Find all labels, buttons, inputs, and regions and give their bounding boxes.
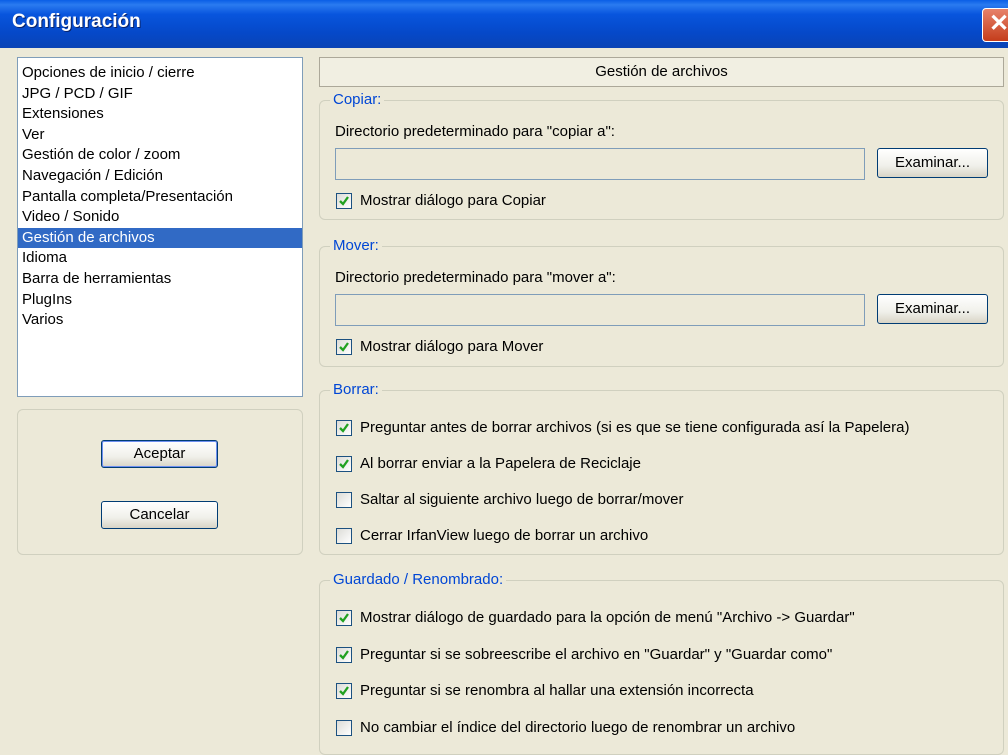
dialog-buttons-group: Aceptar Cancelar [17, 409, 303, 555]
close-button[interactable]: ✕ [982, 8, 1008, 42]
save-dialog-label: Mostrar diálogo de guardado para la opci… [360, 609, 855, 626]
overwrite-confirm-label: Preguntar si se sobreescribe el archivo … [360, 646, 833, 663]
copy-group: Copiar: Directorio predeterminado para "… [319, 91, 1004, 220]
copy-show-dialog-checkbox[interactable] [336, 193, 352, 209]
delete-group-label: Borrar: [330, 381, 382, 399]
category-item[interactable]: JPG / PCD / GIF [18, 84, 302, 105]
keep-index-checkbox[interactable] [336, 720, 352, 736]
copy-show-dialog-label: Mostrar diálogo para Copiar [360, 192, 546, 209]
move-dir-label: Directorio predeterminado para "mover a"… [335, 269, 616, 286]
category-list[interactable]: Opciones de inicio / cierre JPG / PCD / … [17, 57, 303, 397]
move-browse-button[interactable]: Examinar... [877, 294, 988, 324]
overwrite-confirm-checkbox[interactable] [336, 647, 352, 663]
check-icon [339, 650, 349, 660]
category-item[interactable]: Navegación / Edición [18, 166, 302, 187]
category-item[interactable]: Barra de herramientas [18, 269, 302, 290]
check-icon [339, 342, 349, 352]
check-icon [339, 613, 349, 623]
rename-extension-label: Preguntar si se renombra al hallar una e… [360, 682, 754, 699]
cancel-button[interactable]: Cancelar [101, 501, 218, 529]
copy-browse-button[interactable]: Examinar... [877, 148, 988, 178]
category-item[interactable]: PlugIns [18, 290, 302, 311]
confirm-delete-label: Preguntar antes de borrar archivos (si e… [360, 419, 910, 436]
category-item[interactable]: Idioma [18, 248, 302, 269]
keep-index-label: No cambiar el índice del directorio lueg… [360, 719, 796, 736]
category-item[interactable]: Extensiones [18, 104, 302, 125]
skip-next-label: Saltar al siguiente archivo luego de bor… [360, 491, 684, 508]
save-rename-group: Guardado / Renombrado: Mostrar diálogo d… [319, 571, 1004, 755]
category-item[interactable]: Varios [18, 310, 302, 331]
close-after-delete-label: Cerrar IrfanView luego de borrar un arch… [360, 527, 649, 544]
copy-dir-field[interactable] [335, 148, 865, 180]
check-icon [339, 423, 349, 433]
check-icon [339, 196, 349, 206]
category-item[interactable]: Pantalla completa/Presentación [18, 187, 302, 208]
save-dialog-checkbox[interactable] [336, 610, 352, 626]
skip-next-checkbox[interactable] [336, 492, 352, 508]
move-dir-field[interactable] [335, 294, 865, 326]
move-group: Mover: Directorio predeterminado para "m… [319, 237, 1004, 367]
copy-group-label: Copiar: [330, 91, 385, 109]
title-bar: Configuración ✕ [0, 0, 1008, 48]
section-title: Gestión de archivos [319, 57, 1004, 87]
check-icon [339, 459, 349, 469]
recycle-bin-label: Al borrar enviar a la Papelera de Recicl… [360, 455, 641, 472]
copy-dir-label: Directorio predeterminado para "copiar a… [335, 123, 615, 140]
close-after-delete-checkbox[interactable] [336, 528, 352, 544]
confirm-delete-checkbox[interactable] [336, 420, 352, 436]
check-icon [339, 686, 349, 696]
close-icon: ✕ [988, 10, 1008, 37]
category-item[interactable]: Gestión de color / zoom [18, 145, 302, 166]
move-show-dialog-label: Mostrar diálogo para Mover [360, 338, 544, 355]
save-rename-group-label: Guardado / Renombrado: [330, 571, 507, 589]
category-item[interactable]: Video / Sonido [18, 207, 302, 228]
category-item[interactable]: Gestión de archivos [18, 227, 302, 249]
recycle-bin-checkbox[interactable] [336, 456, 352, 472]
move-show-dialog-checkbox[interactable] [336, 339, 352, 355]
rename-extension-checkbox[interactable] [336, 683, 352, 699]
accept-button[interactable]: Aceptar [101, 440, 218, 468]
category-item[interactable]: Ver [18, 125, 302, 146]
category-item[interactable]: Opciones de inicio / cierre [18, 63, 302, 84]
move-group-label: Mover: [330, 237, 382, 255]
window-title: Configuración [12, 11, 141, 32]
delete-group: Borrar: Preguntar antes de borrar archiv… [319, 381, 1004, 555]
